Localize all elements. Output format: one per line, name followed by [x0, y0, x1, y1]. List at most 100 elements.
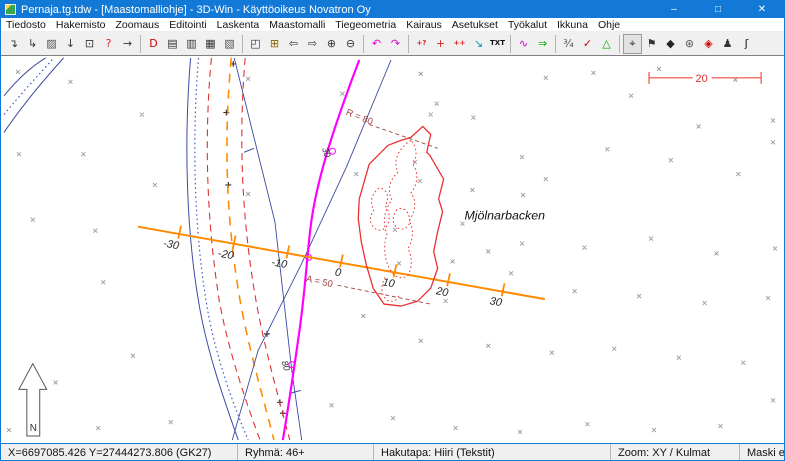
- add-file-button[interactable]: ↳: [23, 34, 42, 54]
- menu-maastomalli[interactable]: Maastomalli: [264, 19, 330, 31]
- menu-ohje[interactable]: Ohje: [593, 19, 625, 31]
- print-icon: ▤: [167, 38, 177, 49]
- hatch-fill-button[interactable]: ▧: [220, 34, 239, 54]
- text-tool-button[interactable]: TXT: [488, 34, 507, 54]
- write-file-icon: ↓: [66, 38, 75, 49]
- app-window: Pernaja.tg.tdw - [Maastomalliohje] - 3D-…: [0, 0, 785, 461]
- close-button[interactable]: ✕: [740, 1, 784, 18]
- station-label--10[interactable]: -10: [270, 257, 288, 272]
- text-tool-icon: TXT: [490, 40, 505, 47]
- flag-shield-icon: ◈: [704, 38, 712, 49]
- zoom-in-icon: ⊕: [327, 38, 336, 49]
- station-label-20[interactable]: 20: [434, 285, 449, 299]
- station-label--20[interactable]: -20: [217, 248, 235, 263]
- station-label-30[interactable]: 30: [489, 295, 503, 309]
- person-point-icon: ♟: [723, 38, 733, 49]
- close-file-button[interactable]: →: [118, 34, 137, 54]
- station-tick--10: [286, 246, 289, 259]
- zoom-next-button[interactable]: ⇨: [303, 34, 322, 54]
- add-point-icon: +: [436, 38, 445, 49]
- menu-bar: TiedostoHakemistoZoomausEditointiLaskent…: [1, 18, 784, 32]
- profile-chart-button[interactable]: ∿: [514, 34, 533, 54]
- status-group: Ryhmä: 46+: [238, 444, 374, 461]
- zoom-previous-button[interactable]: ⇦: [284, 34, 303, 54]
- menu-tiedosto[interactable]: Tiedosto: [1, 19, 51, 31]
- triangle-model-button[interactable]: △: [597, 34, 616, 54]
- menu-kairaus[interactable]: Kairaus: [401, 19, 447, 31]
- check-coords-button[interactable]: ✓: [578, 34, 597, 54]
- hill-contour-dotted-center[interactable]: [393, 208, 410, 229]
- zoom-window-icon: ⊞: [270, 38, 279, 49]
- exit-tool-icon: ⇒: [538, 38, 547, 49]
- print-button[interactable]: ▤: [163, 34, 182, 54]
- menu-ikkuna[interactable]: Ikkuna: [552, 19, 593, 31]
- contour-line-blue-topleft-dotted[interactable]: [4, 58, 54, 115]
- clothoid-annotation[interactable]: A = 50: [305, 272, 334, 289]
- chainage-label-30[interactable]: 30: [320, 146, 333, 159]
- active-format-icon: D: [149, 38, 157, 49]
- active-format-button[interactable]: D: [144, 34, 163, 54]
- toolbar-separator: [137, 35, 144, 53]
- print-preview-button[interactable]: ▥: [182, 34, 201, 54]
- hill-contour-dotted-left[interactable]: [370, 188, 389, 230]
- add-points-button[interactable]: ++: [450, 34, 469, 54]
- add-point-button[interactable]: +: [431, 34, 450, 54]
- menu-tiegeometria[interactable]: Tiegeometria: [330, 19, 401, 31]
- browse-files-button[interactable]: ▨: [42, 34, 61, 54]
- undo-button[interactable]: ↶: [367, 34, 386, 54]
- menu-työkalut[interactable]: Työkalut: [503, 19, 552, 31]
- line-red-dashed-left[interactable]: [207, 58, 260, 440]
- menu-editointi[interactable]: Editointi: [164, 19, 211, 31]
- maximize-button[interactable]: □: [696, 1, 740, 18]
- person-point-button[interactable]: ♟: [718, 34, 737, 54]
- cable-tool-button[interactable]: ʃ: [737, 34, 756, 54]
- hill-contour-dotted-outer[interactable]: [384, 140, 416, 277]
- write-file-button[interactable]: ↓: [61, 34, 80, 54]
- read-file-button[interactable]: ↴: [4, 34, 23, 54]
- map-canvas[interactable]: 3080 -30-20-100102030 R = 80 A = 50 Mjöl…: [1, 55, 785, 444]
- snap-point-button[interactable]: ↘: [469, 34, 488, 54]
- copy-file-button[interactable]: ⊡: [80, 34, 99, 54]
- place-label[interactable]: Mjölnarbacken: [464, 209, 545, 223]
- exit-tool-button[interactable]: ⇒: [533, 34, 552, 54]
- station-label-0[interactable]: 0: [334, 266, 342, 279]
- minimize-button[interactable]: –: [652, 1, 696, 18]
- rock-symbol-button[interactable]: ◆: [661, 34, 680, 54]
- rock-symbol-icon: ◆: [666, 38, 674, 49]
- flag-shield-button[interactable]: ◈: [699, 34, 718, 54]
- save-button[interactable]: ▦: [201, 34, 220, 54]
- station-label-10[interactable]: 10: [382, 276, 396, 290]
- toolbar-separator: [405, 35, 412, 53]
- station-label--30[interactable]: -30: [162, 238, 180, 253]
- survey-tools-button[interactable]: ⌖: [623, 34, 642, 54]
- cable-tool-icon: ʃ: [745, 38, 749, 49]
- scale-bar-label: 20: [696, 73, 708, 85]
- point-query-button[interactable]: +?: [412, 34, 431, 54]
- zoom-previous-icon: ⇦: [289, 38, 298, 49]
- circle-2x-button[interactable]: ⊛: [680, 34, 699, 54]
- menu-laskenta[interactable]: Laskenta: [212, 19, 265, 31]
- contour-line-blue-topleft-2[interactable]: [4, 58, 64, 132]
- zoom-all-button[interactable]: ◰: [246, 34, 265, 54]
- kta-calc-button[interactable]: ¾: [559, 34, 578, 54]
- print-preview-icon: ▥: [186, 38, 196, 49]
- station-flag-button[interactable]: ⚑: [642, 34, 661, 54]
- perpendicular-tick-upper: [244, 148, 254, 152]
- menu-asetukset[interactable]: Asetukset: [447, 19, 503, 31]
- zoom-in-button[interactable]: ⊕: [322, 34, 341, 54]
- file-info-button[interactable]: ?: [99, 34, 118, 54]
- station-tick-10: [394, 264, 397, 277]
- menu-hakemisto[interactable]: Hakemisto: [51, 19, 111, 31]
- station-tick-30: [502, 283, 505, 296]
- zoom-out-icon: ⊖: [346, 38, 355, 49]
- zoom-out-button[interactable]: ⊖: [341, 34, 360, 54]
- app-icon: [5, 4, 16, 15]
- menu-zoomaus[interactable]: Zoomaus: [111, 19, 165, 31]
- chainage-label-80[interactable]: 80: [279, 359, 292, 372]
- add-points-icon: ++: [454, 40, 466, 47]
- redo-button[interactable]: ↷: [386, 34, 405, 54]
- kta-calc-icon: ¾: [563, 38, 574, 49]
- zoom-window-button[interactable]: ⊞: [265, 34, 284, 54]
- title-bar: Pernaja.tg.tdw - [Maastomalliohje] - 3D-…: [1, 1, 784, 18]
- save-icon: ▦: [205, 38, 215, 49]
